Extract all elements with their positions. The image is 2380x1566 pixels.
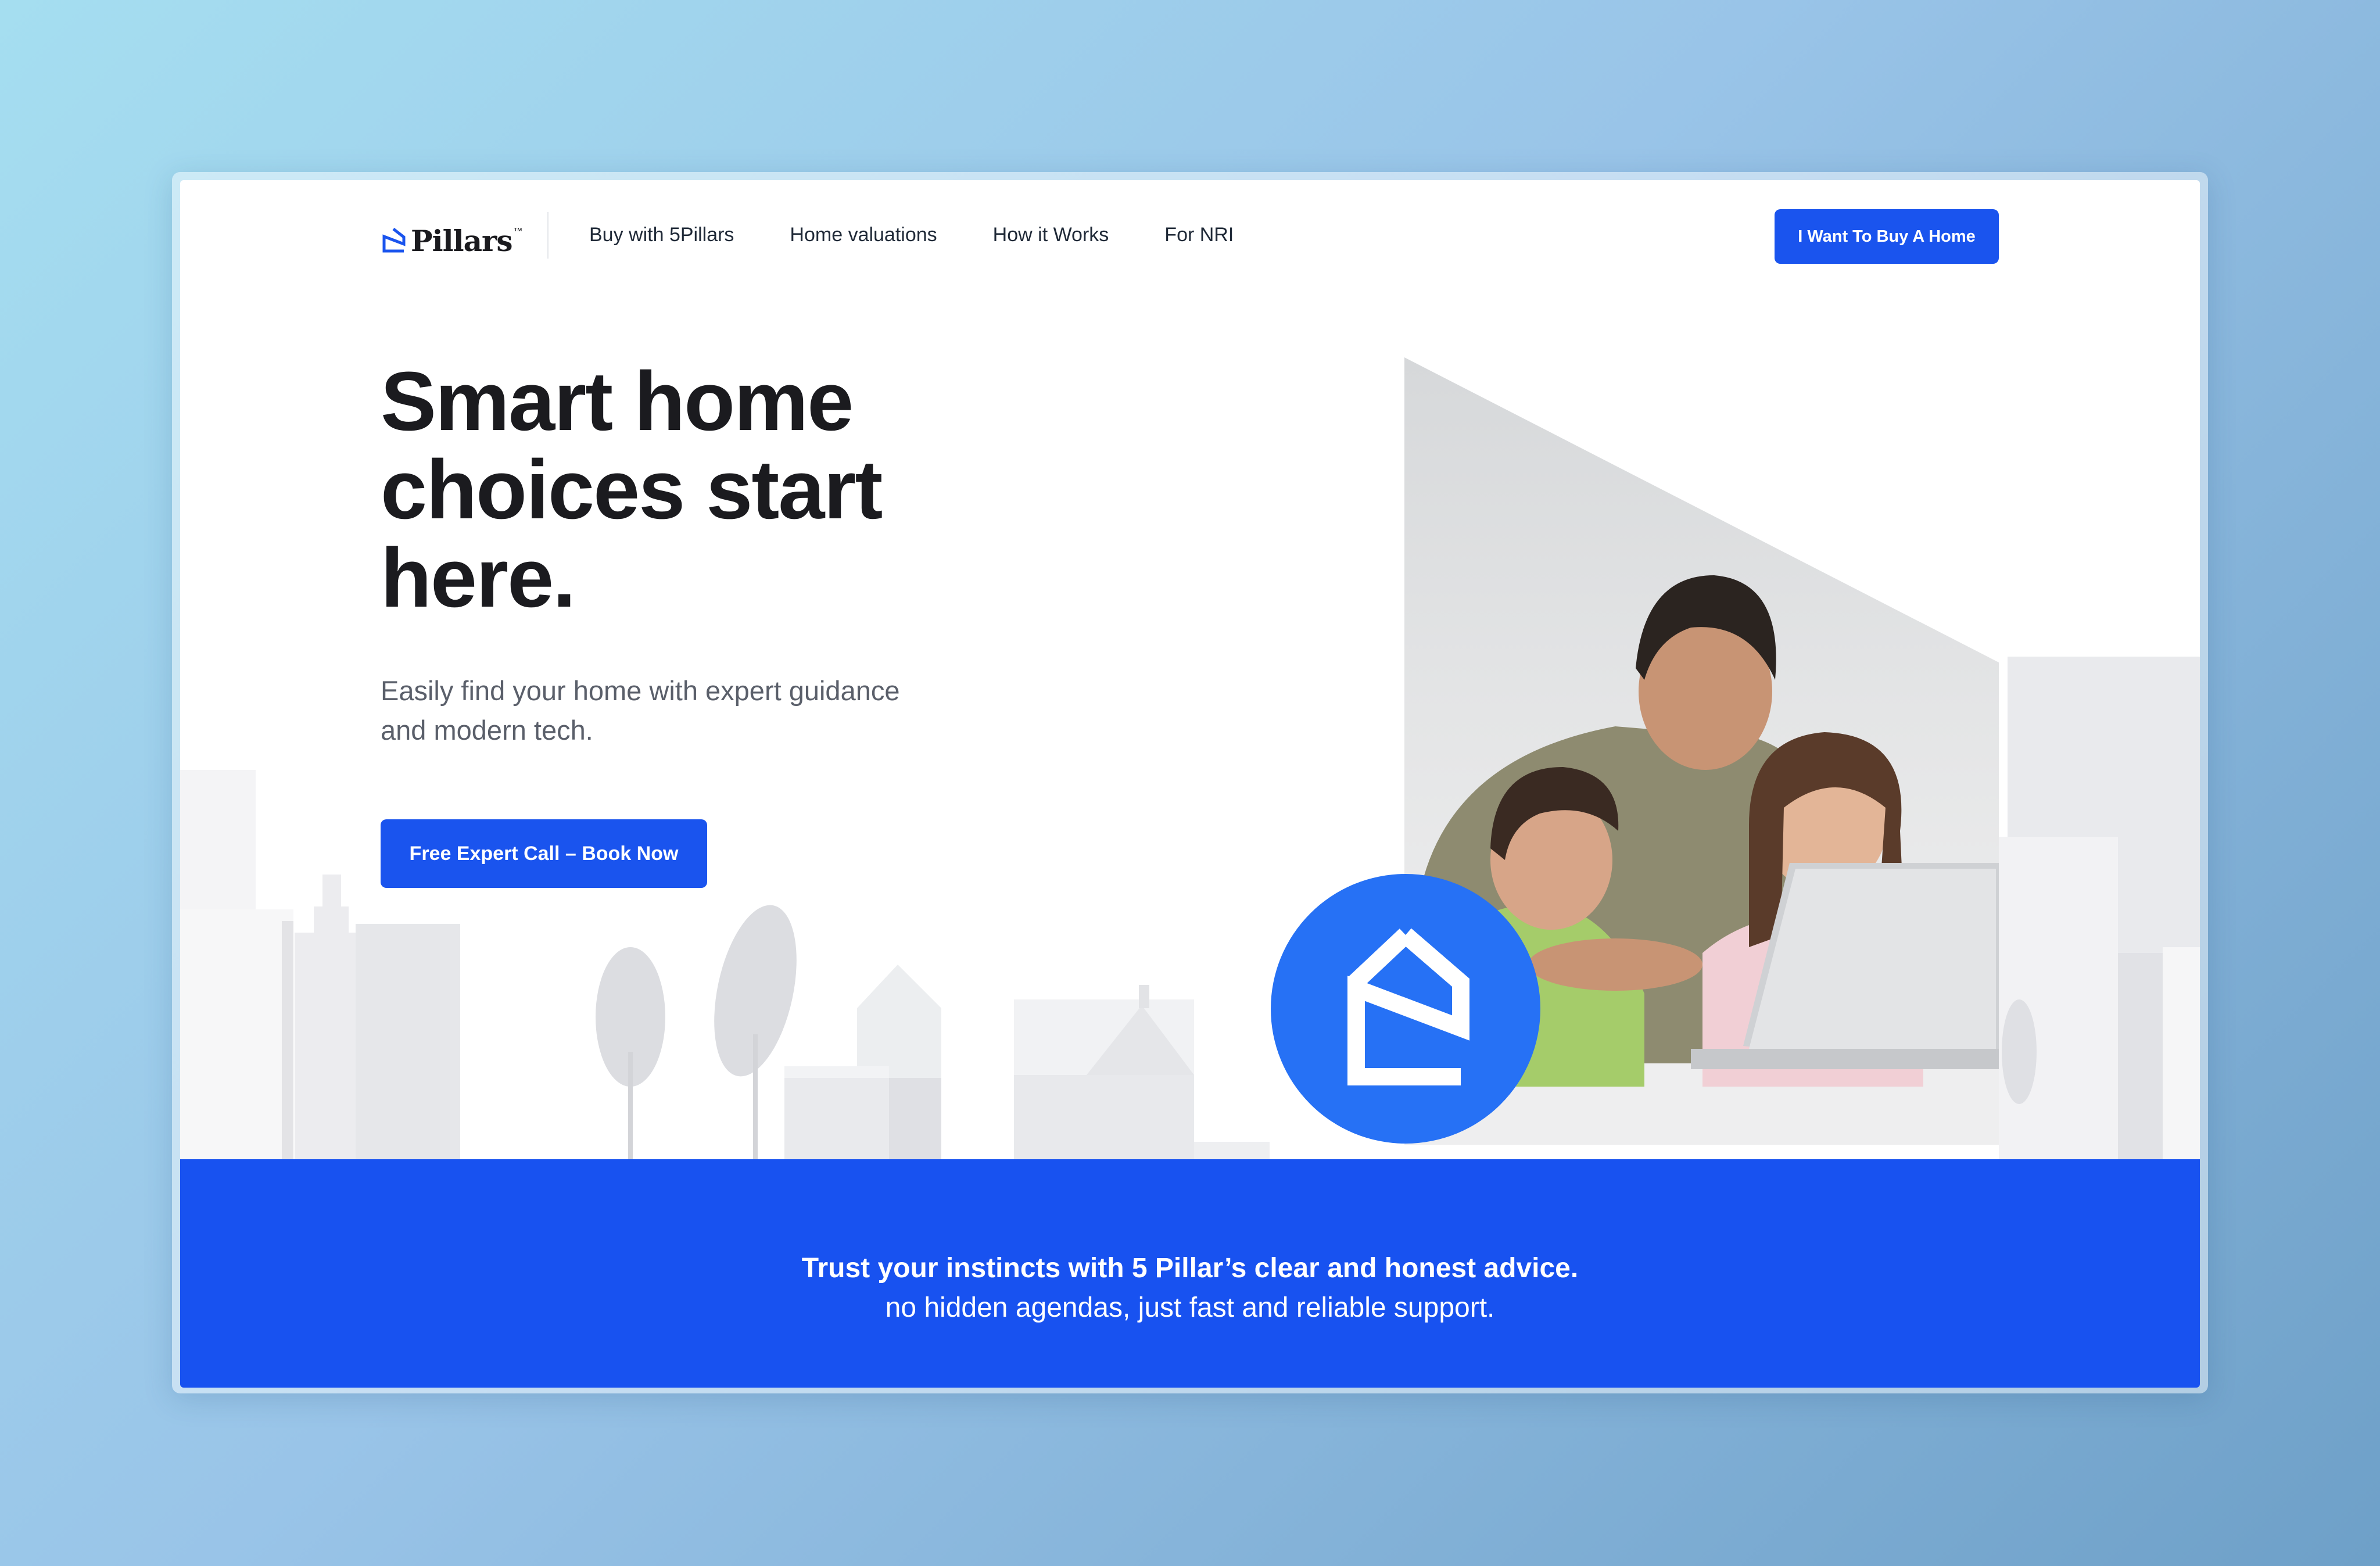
landing-page: Pillars ™ Buy with 5Pillars Home valuati… — [180, 180, 2200, 1388]
nav-item-how-it-works[interactable]: How it Works — [993, 224, 1109, 246]
nav-item-for-nri[interactable]: For NRI — [1164, 224, 1234, 246]
logo-house-icon — [382, 228, 406, 253]
trademark-symbol: ™ — [513, 227, 523, 236]
badge-house-icon — [1347, 928, 1469, 1085]
brand-name: Pillars — [411, 223, 512, 258]
brand-logo[interactable]: Pillars ™ — [381, 217, 522, 264]
nav-item-buy-with-5pillars[interactable]: Buy with 5Pillars — [589, 224, 734, 246]
nav-divider — [547, 212, 549, 259]
main-nav: Buy with 5Pillars Home valuations How it… — [589, 224, 1234, 246]
brand-badge — [1271, 874, 1540, 1144]
banner-headline: Trust your instincts with 5 Pillar’s cle… — [801, 1253, 1579, 1284]
trust-banner: Trust your instincts with 5 Pillar’s cle… — [180, 1159, 2200, 1388]
hero-subtitle: Easily find your home with expert guidan… — [381, 675, 900, 746]
buy-home-button[interactable]: I Want To Buy A Home — [1775, 209, 1999, 264]
nav-item-home-valuations[interactable]: Home valuations — [790, 224, 937, 246]
book-expert-call-button[interactable]: Free Expert Call – Book Now — [381, 819, 707, 888]
banner-subline: no hidden agendas, just fast and reliabl… — [885, 1292, 1495, 1323]
hero-title: Smart home choices start here. — [381, 354, 883, 625]
